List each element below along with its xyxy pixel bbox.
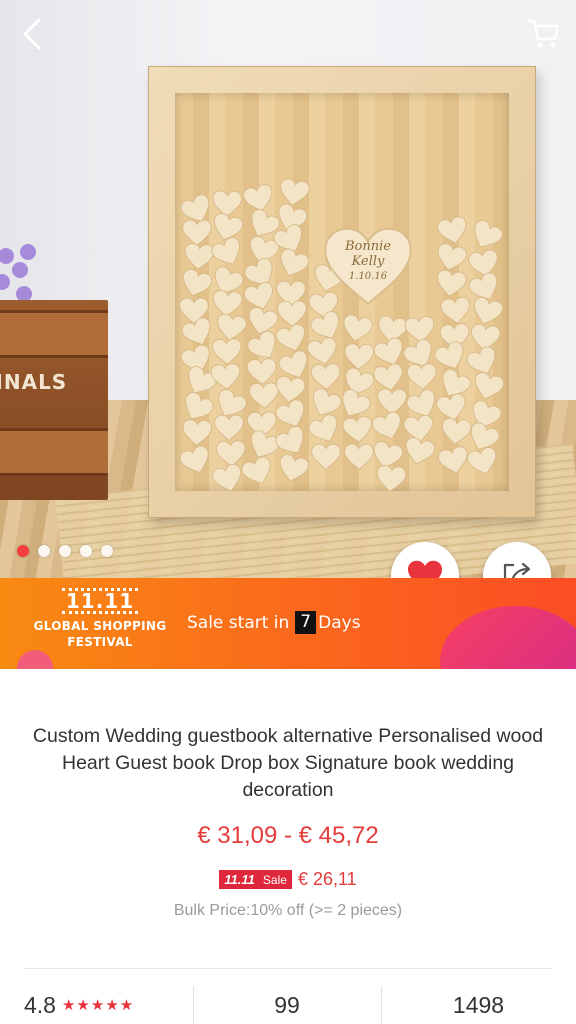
promo-price: € 26,11 bbox=[297, 869, 357, 889]
share-icon bbox=[503, 562, 531, 578]
engraving-text: Bonnie Kelly 1.10.16 bbox=[345, 239, 391, 282]
orders-stat[interactable]: 99 bbox=[193, 986, 381, 1024]
wooden-heart bbox=[213, 414, 244, 442]
promo-price-row: 11.11 Sale € 26,11 bbox=[0, 869, 576, 890]
heart-icon bbox=[407, 560, 443, 578]
gallery-dot[interactable] bbox=[80, 545, 92, 557]
orders-value: 99 bbox=[274, 991, 300, 1018]
cart-button[interactable] bbox=[524, 14, 564, 54]
product-title: Custom Wedding guestbook alternative Per… bbox=[32, 725, 544, 801]
festival-logo-line1: GLOBAL SHOPPING bbox=[33, 619, 167, 633]
promo-badge-event: 11.11 bbox=[224, 872, 255, 887]
rating-value: 4.8 bbox=[24, 991, 56, 1018]
sale-countdown-prefix: Sale start in bbox=[187, 612, 290, 633]
sale-countdown-days: 7 bbox=[295, 611, 317, 634]
wooden-heart bbox=[181, 418, 212, 448]
rating-stars-icon: ★★★★★ bbox=[61, 997, 135, 1014]
stat-separator bbox=[193, 986, 194, 1024]
stats-bar: 4.8 ★★★★★ 99 1498 bbox=[0, 986, 576, 1024]
sale-countdown: Sale start in 7 Days bbox=[187, 611, 361, 634]
wooden-heart bbox=[375, 463, 408, 494]
stat-separator bbox=[381, 986, 382, 1024]
wishes-stat[interactable]: 1498 bbox=[381, 986, 576, 1024]
wooden-heart bbox=[177, 443, 215, 480]
divider bbox=[24, 968, 552, 969]
banner-decoration bbox=[17, 650, 53, 669]
rating-stat[interactable]: 4.8 ★★★★★ bbox=[0, 986, 193, 1024]
festival-logo: 11.11 GLOBAL SHOPPING FESTIVAL bbox=[30, 588, 170, 650]
product-image-gallery[interactable]: SINALS Bonnie Kelly 1.10.16 bbox=[0, 0, 576, 578]
shopping-cart-icon bbox=[527, 19, 560, 48]
gallery-dot[interactable] bbox=[101, 545, 113, 557]
promo-badge-label: Sale bbox=[262, 872, 287, 887]
wooden-heart bbox=[401, 435, 437, 469]
crate-label: SINALS bbox=[0, 370, 68, 394]
festival-logo-number: 11.11 bbox=[61, 588, 139, 614]
back-button[interactable] bbox=[12, 14, 52, 54]
price-range: € 31,09 - € 45,72 bbox=[197, 822, 379, 849]
banner-decoration bbox=[440, 606, 576, 669]
wooden-heart bbox=[275, 451, 311, 485]
wooden-heart bbox=[311, 443, 341, 471]
wooden-crate: SINALS bbox=[0, 300, 108, 500]
engraved-heart: Bonnie Kelly 1.10.16 bbox=[323, 227, 413, 307]
wishes-value: 1498 bbox=[452, 991, 505, 1018]
chevron-left-icon bbox=[23, 18, 41, 50]
gallery-pagination[interactable] bbox=[17, 545, 113, 557]
promo-badge: 11.11 Sale bbox=[219, 870, 292, 889]
guestbook-frame: Bonnie Kelly 1.10.16 bbox=[148, 66, 536, 518]
wooden-heart bbox=[343, 443, 374, 471]
festival-logo-line2: FESTIVAL bbox=[67, 635, 133, 649]
bulk-price-info: Bulk Price:10% off (>= 2 pieces) bbox=[173, 902, 403, 919]
frame-inner-panel: Bonnie Kelly 1.10.16 bbox=[175, 93, 509, 494]
gallery-dot[interactable] bbox=[38, 545, 50, 557]
wooden-heart bbox=[407, 363, 438, 393]
gallery-dot[interactable] bbox=[17, 545, 29, 557]
wooden-heart bbox=[465, 445, 501, 480]
sale-countdown-suffix: Days bbox=[318, 612, 361, 633]
festival-banner[interactable]: 11.11 GLOBAL SHOPPING FESTIVAL Sale star… bbox=[0, 578, 576, 669]
gallery-dot[interactable] bbox=[59, 545, 71, 557]
